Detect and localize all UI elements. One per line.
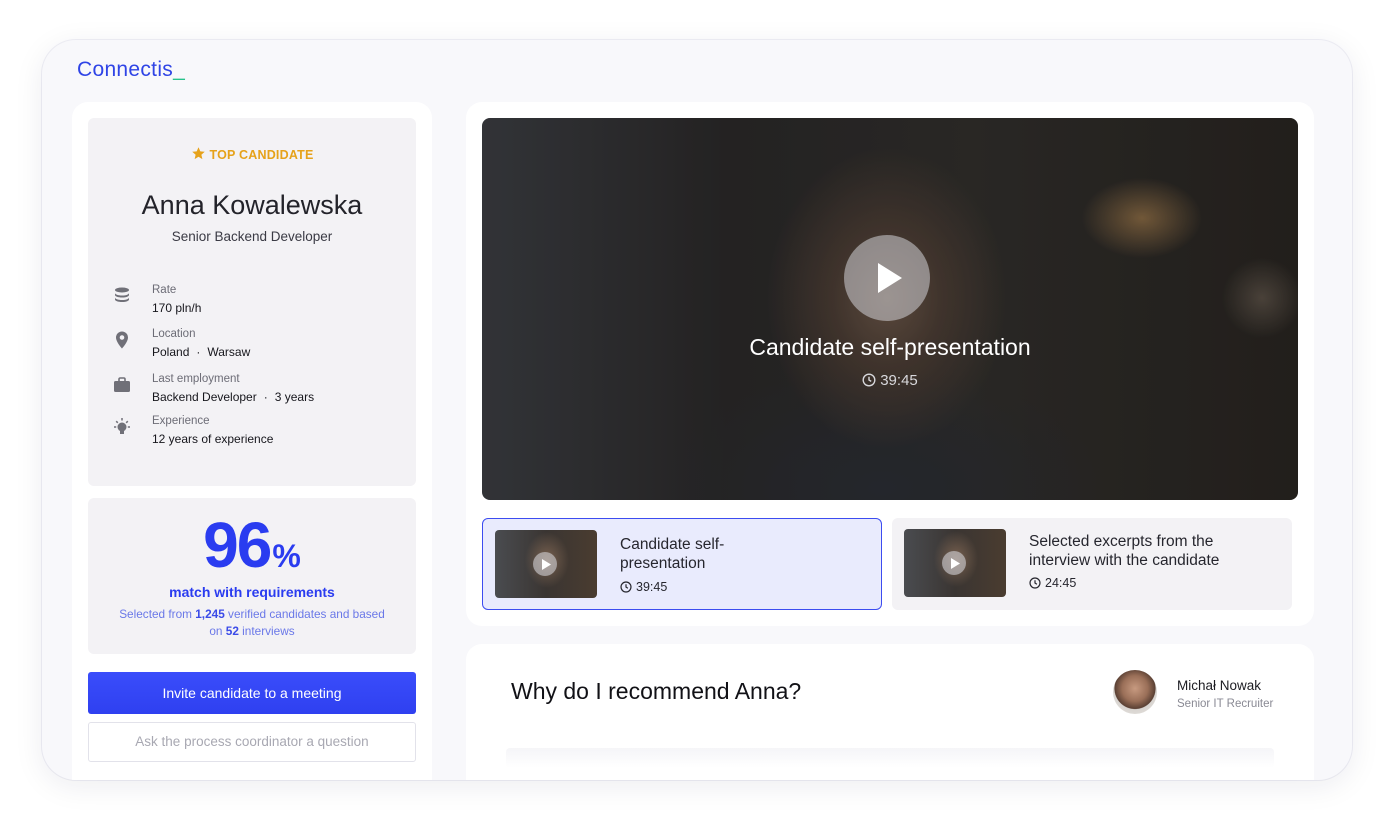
clock-icon [620,581,632,593]
play-icon [942,551,966,575]
country: Poland [152,345,190,359]
video-item-interview-excerpts[interactable]: Selected excerpts from the interview wit… [892,518,1292,610]
match-percent: 96% [88,508,416,582]
detail-last-employment: Last employment Backend Developer · 3 year… [112,373,402,411]
video-item-duration: 39:45 [620,580,667,594]
video-thumbnail [904,529,1006,597]
location-pin-icon [112,330,132,350]
play-icon [533,552,557,576]
recommendation-title: Why do I recommend Anna? [511,678,802,704]
candidate-name: Anna Kowalewska [141,190,363,220]
brand-logo[interactable]: Connectis_ [77,58,185,82]
recommendation-content-fade [506,748,1274,768]
detail-value: 170 pln/h [152,301,202,315]
coins-icon [112,286,132,306]
match-label: match with requirements [169,584,335,600]
detail-label: Last employment [152,373,240,385]
duration-text: 39:45 [636,580,668,594]
invite-meeting-button[interactable]: Invite candidate to a meeting [88,672,416,714]
detail-experience: Experience 12 years of experience [112,415,402,453]
recruiter-avatar [1113,670,1157,714]
play-button[interactable] [844,235,930,321]
recommendation-card: Why do I recommend Anna? Michał Nowak Se… [466,644,1314,780]
badge-label: TOP CANDIDATE [209,148,314,162]
recruiter-name: Michał Nowak [1177,678,1262,693]
recruiter-role: Senior IT Recruiter [1177,698,1274,710]
interviews-count: 52 [225,624,239,638]
video-card: Candidate self-presentation 39:45 Candid… [466,102,1314,626]
video-title: Candidate self-presentation [749,334,1031,360]
briefcase-icon [112,375,132,395]
duration-text: 39:45 [880,372,918,389]
percent-sign: % [272,538,301,574]
ask-coordinator-button[interactable]: Ask the process coordinator a question [88,722,416,762]
brand-cursor: _ [173,58,186,81]
match-score-card: 96% match with requirements Selected fro… [88,498,416,654]
video-item-title: Selected excerpts from the interview wit… [1029,533,1220,569]
video-item-title: Candidate self-presentation [620,536,725,572]
top-candidate-badge: TOP CANDIDATE [88,146,416,162]
brand-name: Connectis [77,58,174,81]
detail-label: Experience [152,415,210,427]
lightbulb-icon [112,417,132,437]
video-thumbnail [495,530,597,598]
detail-label: Location [152,328,196,340]
detail-location: Location Poland · Warsaw [112,328,402,366]
detail-value: Backend Developer · 3 years [152,390,315,404]
video-item-self-presentation[interactable]: Candidate self-presentation 39:45 [482,518,882,610]
detail-label: Rate [152,284,177,296]
video-item-duration: 24:45 [1029,576,1076,590]
clock-icon [1029,577,1041,589]
candidates-count: 1,245 [195,607,225,621]
detail-value: 12 years of experience [152,432,274,446]
video-player[interactable]: Candidate self-presentation 39:45 [482,118,1298,500]
job-duration: 3 years [274,390,315,404]
candidate-panel: TOP CANDIDATE Anna Kowalewska Senior Bac… [72,102,432,780]
detail-value: Poland · Warsaw [152,345,251,359]
star-icon [191,147,205,160]
clock-icon [862,373,876,387]
city: Warsaw [207,345,251,359]
match-description: Selected from 1,245 verified candidates … [118,606,386,640]
match-number: 96 [203,509,272,581]
video-duration: 39:45 [482,372,1298,389]
candidate-role: Senior Backend Developer [171,229,333,244]
job-title: Backend Developer [152,390,257,404]
duration-text: 24:45 [1045,576,1077,590]
candidate-profile: TOP CANDIDATE Anna Kowalewska Senior Bac… [88,118,416,486]
detail-rate: Rate 170 pln/h [112,284,402,322]
desc-text: Selected from [119,607,196,621]
desc-text: interviews [238,624,295,638]
app-window: Connectis_ TOP CANDIDATE Anna Kowalewska… [42,40,1352,780]
play-icon [878,263,902,293]
